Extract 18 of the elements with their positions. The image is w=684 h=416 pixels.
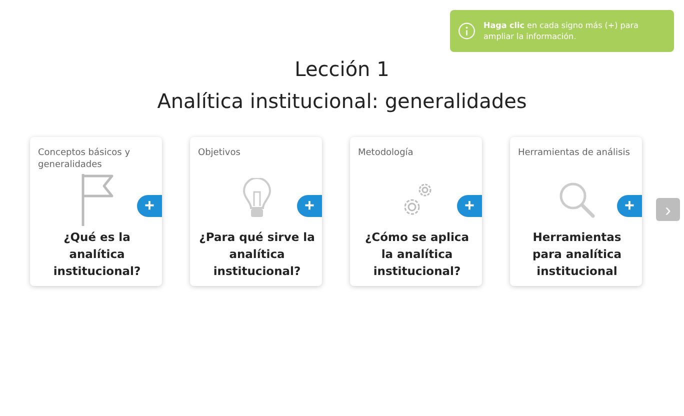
lesson-subtitle: Analítica institucional: generalidades — [156, 88, 528, 115]
next-button[interactable]: › — [656, 198, 680, 221]
flag-icon — [80, 172, 114, 228]
card-question: ¿Qué es la analítica institucional? — [52, 229, 142, 280]
expand-button[interactable]: + — [617, 195, 642, 217]
card-question: ¿Para qué sirve la analítica institucional? — [198, 229, 316, 280]
card-question: Herramientas para analítica institucional — [531, 229, 623, 280]
card-category: Herramientas de análisis — [518, 147, 631, 160]
card-category: Conceptos básicos y generalidades — [38, 147, 132, 171]
lesson-title: Lección 1 — [294, 56, 390, 83]
expand-button[interactable]: + — [297, 195, 322, 217]
expand-button[interactable]: + — [137, 195, 162, 217]
card-question: ¿Cómo se aplica la analítica institucional? — [364, 229, 470, 280]
card-category: Objetivos — [198, 147, 242, 160]
search-icon — [558, 181, 596, 219]
notice-text: Haga clic en cada signo más (+) para ampliar la información. — [484, 20, 640, 42]
expand-button[interactable]: + — [457, 195, 482, 217]
card-category: Metodología — [358, 147, 414, 160]
